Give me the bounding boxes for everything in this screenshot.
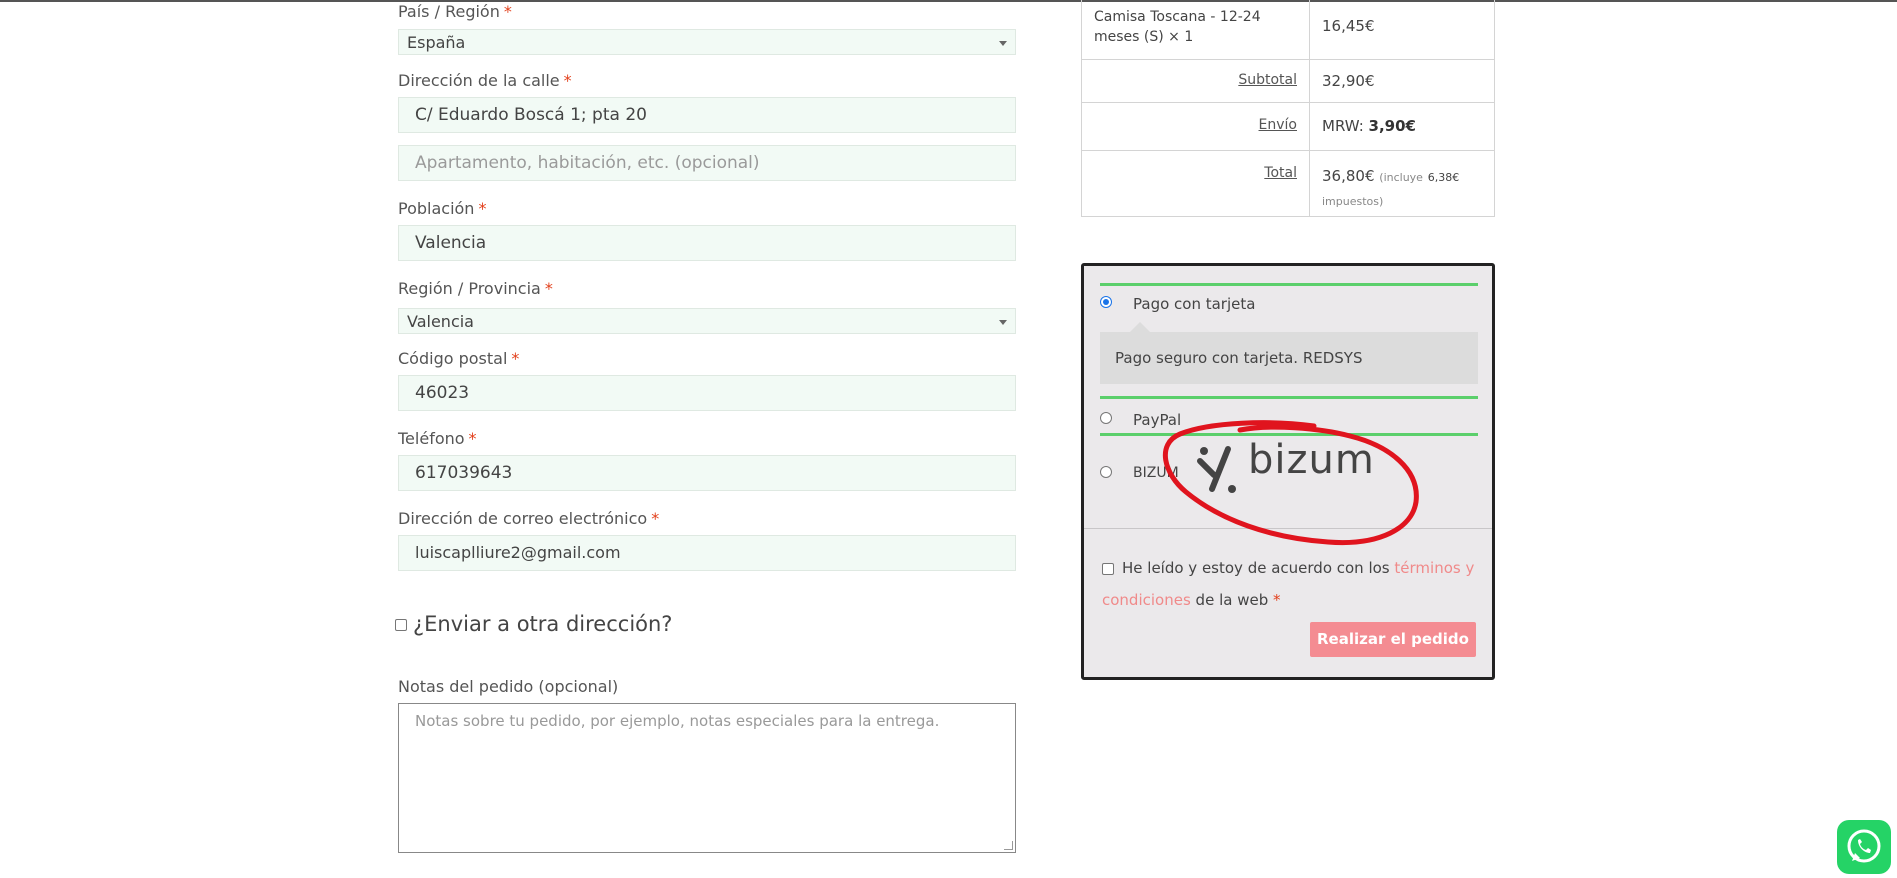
whatsapp-icon	[1847, 829, 1881, 863]
ship-different-toggle[interactable]: ¿Enviar a otra dirección?	[395, 612, 672, 636]
shipping-value: MRW: 3,90€	[1322, 117, 1416, 135]
city-input[interactable]: Valencia	[398, 225, 1016, 261]
total-label: Total	[1264, 165, 1297, 181]
subtotal-value: 32,90€	[1322, 72, 1375, 90]
notes-label: Notas del pedido (opcional)	[398, 677, 619, 696]
green-divider	[1100, 283, 1478, 286]
terms-text: He leído y estoy de acuerdo con los térm…	[1102, 559, 1475, 609]
whatsapp-button[interactable]	[1837, 820, 1891, 874]
order-item-row: Camisa Toscana - 12-24 meses (S) × 1 16,…	[1081, 0, 1495, 60]
shipping-row: Envío MRW: 3,90€	[1081, 102, 1495, 151]
subtotal-row: Subtotal 32,90€	[1081, 59, 1495, 103]
order-notes-textarea[interactable]: Notas sobre tu pedido, por ejemplo, nota…	[398, 703, 1016, 853]
street-input[interactable]: C/ Eduardo Boscá 1; pta 20	[398, 97, 1016, 133]
item-price: 16,45€	[1322, 17, 1375, 35]
red-annotation-circle	[1162, 420, 1419, 546]
chevron-down-icon	[999, 320, 1007, 325]
country-select[interactable]: España	[398, 29, 1016, 55]
chevron-down-icon	[999, 41, 1007, 46]
total-value: 36,80€ (incluye 6,38€ impuestos)	[1322, 167, 1460, 208]
email-input[interactable]: luiscaplliure2@gmail.com	[398, 535, 1016, 571]
card-radio[interactable]	[1100, 296, 1112, 308]
item-name: Camisa Toscana - 12-24 meses (S) × 1	[1094, 9, 1261, 45]
resize-handle[interactable]	[1004, 841, 1013, 850]
city-label: Población *	[398, 199, 487, 218]
paypal-radio[interactable]	[1100, 412, 1112, 424]
phone-label: Teléfono *	[398, 429, 477, 448]
total-row: Total 36,80€ (incluye 6,38€ impuestos)	[1081, 150, 1495, 217]
email-label: Dirección de correo electrónico *	[398, 509, 660, 528]
region-select[interactable]: Valencia	[398, 308, 1016, 334]
region-label: Región / Provincia *	[398, 279, 553, 298]
card-description: Pago seguro con tarjeta. REDSYS	[1100, 322, 1478, 384]
postcode-label: Código postal *	[398, 349, 520, 368]
street-label: Dirección de la calle *	[398, 71, 572, 90]
shipping-label: Envío	[1258, 117, 1297, 133]
green-divider	[1100, 396, 1478, 399]
subtotal-label: Subtotal	[1238, 72, 1297, 88]
place-order-button[interactable]: Realizar el pedido	[1310, 622, 1476, 657]
top-border	[0, 0, 1897, 2]
terms-checkbox[interactable]	[1102, 562, 1114, 575]
street2-input[interactable]: Apartamento, habitación, etc. (opcional)	[398, 145, 1016, 181]
country-label: País / Región *	[398, 2, 512, 21]
card-label[interactable]: Pago con tarjeta	[1133, 295, 1255, 313]
phone-input[interactable]: 617039643	[398, 455, 1016, 491]
bizum-radio[interactable]	[1100, 466, 1112, 478]
postcode-input[interactable]: 46023	[398, 375, 1016, 411]
ship-different-checkbox[interactable]	[395, 619, 407, 631]
